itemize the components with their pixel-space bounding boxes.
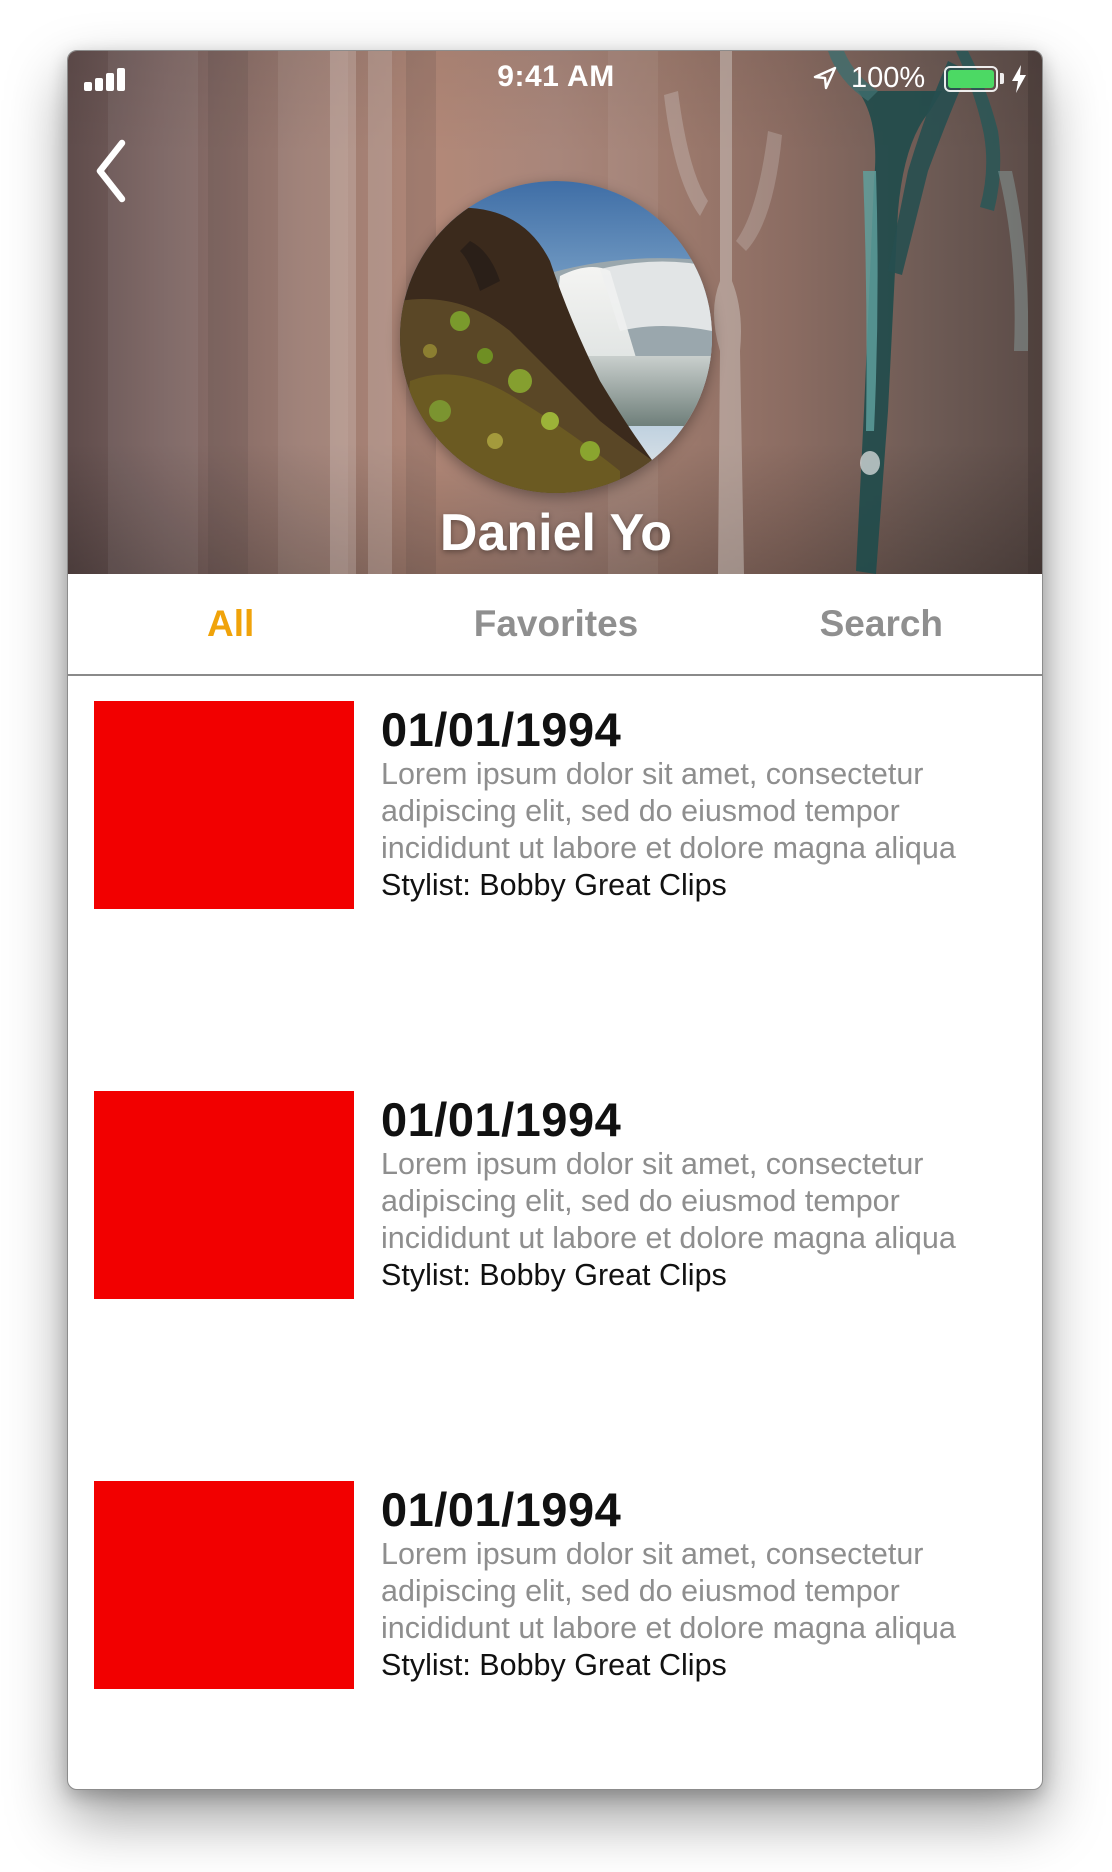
tab-bar: All Favorites Search (68, 574, 1042, 676)
item-date: 01/01/1994 (381, 703, 622, 756)
list-item[interactable]: 01/01/1994 Lorem ipsum dolor sit amet, c… (68, 1066, 1042, 1456)
profile-header: 9:41 AM 100% Daniel Yo (68, 51, 1042, 574)
back-button[interactable] (84, 131, 144, 211)
location-icon (813, 66, 837, 90)
item-description: Lorem ipsum dolor sit amet, consectetur … (381, 1147, 956, 1255)
battery-percentage: 100% (851, 62, 926, 94)
item-stylist: Stylist: Bobby Great Clips (381, 1258, 727, 1292)
item-stylist: Stylist: Bobby Great Clips (381, 1648, 727, 1682)
status-bar: 9:41 AM 100% (68, 51, 1042, 107)
tab-search[interactable]: Search (719, 574, 1042, 674)
appointment-list: 01/01/1994 Lorem ipsum dolor sit amet, c… (68, 676, 1042, 1789)
chevron-left-icon (96, 139, 126, 203)
battery-level-fill (948, 70, 994, 88)
tab-all[interactable]: All (68, 574, 393, 674)
battery-icon (944, 66, 998, 92)
charging-bolt-icon (1012, 65, 1026, 93)
list-item[interactable]: 01/01/1994 Lorem ipsum dolor sit amet, c… (68, 1456, 1042, 1789)
item-date: 01/01/1994 (381, 1093, 622, 1146)
item-details: 01/01/1994 Lorem ipsum dolor sit amet, c… (381, 702, 1031, 904)
avatar[interactable] (400, 181, 712, 493)
item-details: 01/01/1994 Lorem ipsum dolor sit amet, c… (381, 1482, 1031, 1684)
profile-name: Daniel Yo (439, 504, 673, 562)
tab-favorites[interactable]: Favorites (393, 574, 718, 674)
item-description: Lorem ipsum dolor sit amet, consectetur … (381, 1537, 956, 1645)
battery-tip (1000, 73, 1004, 84)
item-date: 01/01/1994 (381, 1483, 622, 1536)
item-stylist: Stylist: Bobby Great Clips (381, 868, 727, 902)
item-thumbnail (94, 1481, 354, 1689)
item-description: Lorem ipsum dolor sit amet, consectetur … (381, 757, 956, 865)
item-thumbnail (94, 701, 354, 909)
list-item[interactable]: 01/01/1994 Lorem ipsum dolor sit amet, c… (68, 676, 1042, 1066)
item-details: 01/01/1994 Lorem ipsum dolor sit amet, c… (381, 1092, 1031, 1294)
item-thumbnail (94, 1091, 354, 1299)
page: 9:41 AM 100% Daniel Yo All Favorites Sea… (0, 0, 1112, 1872)
phone-screen: 9:41 AM 100% Daniel Yo All Favorites Sea… (67, 50, 1043, 1790)
avatar-photo (400, 181, 712, 493)
